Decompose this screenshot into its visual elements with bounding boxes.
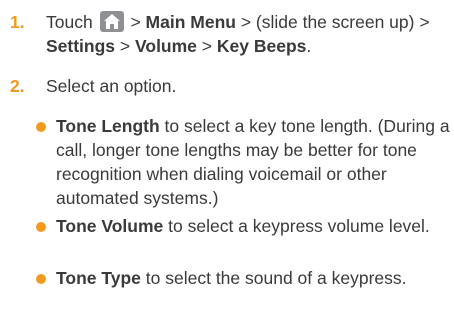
menu-key-beeps: Key Beeps bbox=[216, 36, 307, 56]
separator: > bbox=[196, 36, 217, 56]
option-tone-length: Tone Length to select a key tone length.… bbox=[36, 114, 454, 210]
menu-main-menu: Main Menu bbox=[145, 12, 236, 32]
option-text: Tone Type to select the sound of a keypr… bbox=[56, 266, 454, 290]
bullet-dot bbox=[36, 274, 46, 284]
step-1: 1. Touch > Main Menu > (slide the screen… bbox=[10, 10, 450, 58]
step-number: 2. bbox=[10, 76, 25, 96]
separator: > bbox=[115, 36, 135, 56]
menu-settings: Settings bbox=[46, 36, 116, 56]
instruction-page: 1. Touch > Main Menu > (slide the screen… bbox=[0, 0, 454, 330]
option-tone-type: Tone Type to select the sound of a keypr… bbox=[36, 266, 454, 290]
menu-volume: Volume bbox=[135, 36, 197, 56]
separator: > bbox=[235, 12, 256, 32]
bullet-dot bbox=[36, 222, 46, 232]
option-title: Tone Length bbox=[56, 116, 160, 136]
option-title: Tone Volume bbox=[56, 216, 164, 236]
step-number: 1. bbox=[10, 12, 25, 32]
option-desc: to select the sound of a keypress. bbox=[140, 268, 407, 288]
option-desc: to select a keypress volume level. bbox=[163, 216, 430, 236]
option-text: Tone Volume to select a keypress volume … bbox=[56, 214, 454, 238]
separator: > bbox=[414, 12, 430, 32]
period: . bbox=[306, 36, 312, 56]
option-title: Tone Type bbox=[56, 268, 141, 288]
bullet-dot bbox=[36, 122, 46, 132]
slide-instruction: (slide the screen up) bbox=[255, 12, 415, 32]
step-text: Select an option. bbox=[46, 76, 177, 96]
separator: > bbox=[125, 12, 146, 32]
step-word-touch: Touch bbox=[46, 12, 93, 32]
option-text: Tone Length to select a key tone length.… bbox=[56, 114, 454, 210]
home-icon bbox=[99, 11, 124, 32]
option-tone-volume: Tone Volume to select a keypress volume … bbox=[36, 214, 454, 238]
step-text: Touch > Main Menu > (slide the screen up… bbox=[46, 10, 450, 58]
step-2: 2. Select an option. bbox=[10, 74, 450, 98]
